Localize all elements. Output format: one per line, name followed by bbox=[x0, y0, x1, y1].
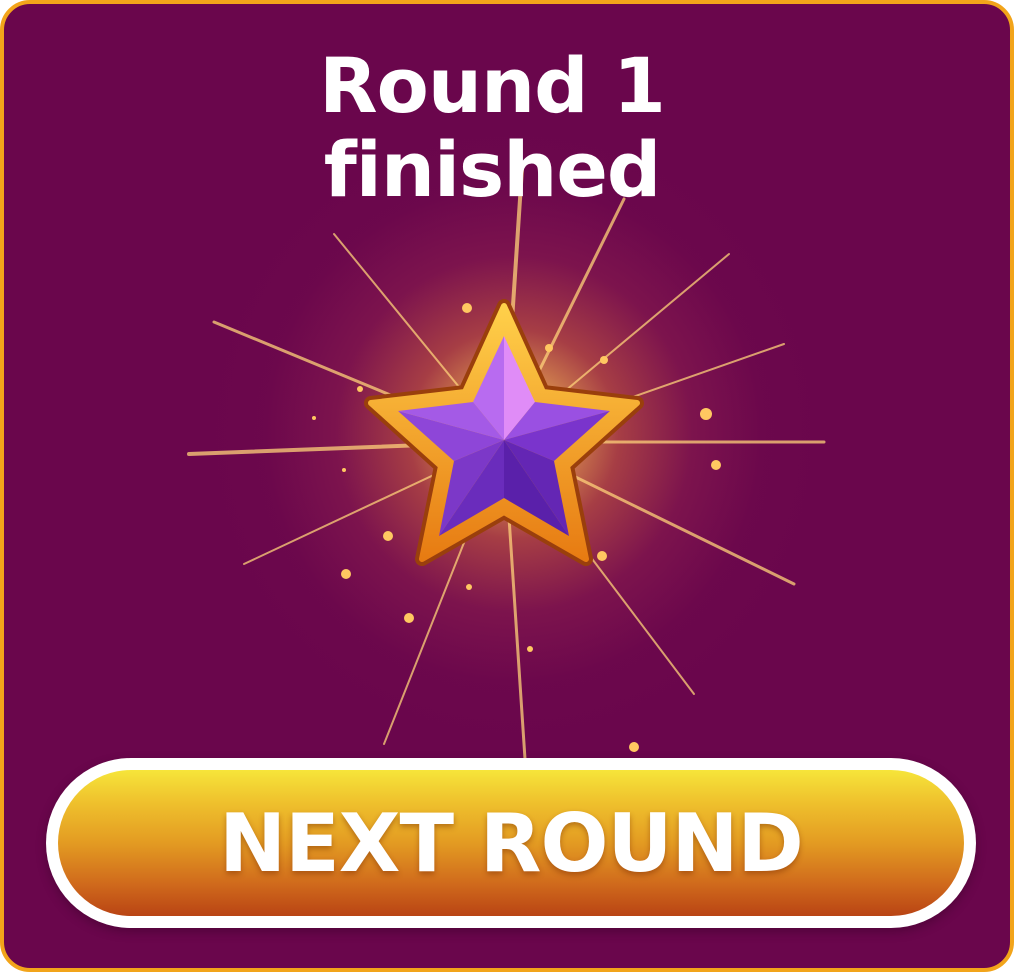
next-round-button-face[interactable]: NEXT ROUND bbox=[58, 770, 964, 916]
title-line-2: finished bbox=[323, 125, 662, 214]
title-line-1: Round 1 bbox=[319, 41, 666, 130]
round-finished-dialog: Round 1 finished NEXT ROUND bbox=[0, 0, 1014, 972]
star-icon bbox=[358, 296, 650, 588]
round-finished-title: Round 1 finished bbox=[4, 44, 980, 212]
next-round-button-label: NEXT ROUND bbox=[219, 796, 804, 890]
next-round-button[interactable]: NEXT ROUND bbox=[46, 758, 976, 928]
